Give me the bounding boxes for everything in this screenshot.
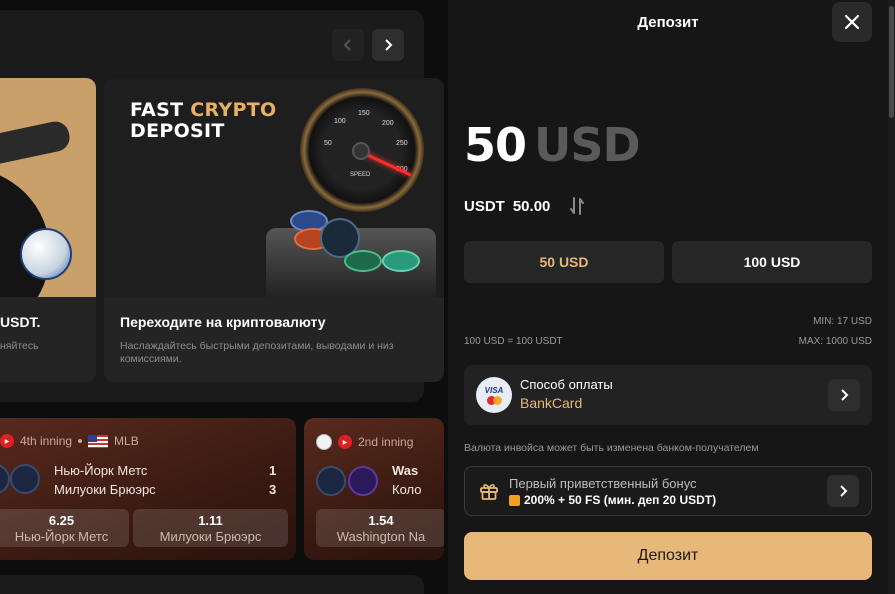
crypto-amount: 50.00 xyxy=(512,197,551,215)
app-root: USDT. няйтесь FAST CRYPTO DEPOSIT 100 15… xyxy=(0,0,895,594)
preset-amount-button[interactable]: 50 USD xyxy=(464,241,664,283)
crypto-equivalent: USDT 50.00 xyxy=(464,196,586,216)
team-name: Was xyxy=(392,463,419,478)
team-logo-icon xyxy=(316,466,346,496)
amount-value: 50 xyxy=(464,118,527,172)
live-icon: ▶ xyxy=(338,435,352,449)
carousel-next-button[interactable] xyxy=(372,29,404,61)
drawer-scrollbar[interactable] xyxy=(888,0,895,594)
exchange-rate: 100 USD = 100 USDT xyxy=(464,336,563,347)
gift-icon xyxy=(480,484,498,500)
deposit-submit-button[interactable]: Депозит xyxy=(464,532,872,580)
odds-button[interactable]: 1.11 Милуоки Брюэрс xyxy=(133,509,288,547)
preset-amount-button[interactable]: 100 USD xyxy=(672,241,872,283)
promo-card-crypto[interactable]: FAST CRYPTO DEPOSIT 100 150 200 250 300 … xyxy=(104,78,444,382)
team-name: Коло xyxy=(392,482,422,497)
match-header: ▶ 2nd inning xyxy=(316,434,413,450)
carousel-prev-button[interactable] xyxy=(332,29,364,61)
team-logo-icon xyxy=(348,466,378,496)
match-header: ▶ 4th inning MLB xyxy=(0,434,139,448)
promo-card-desc: Наслаждайтесь быстрыми депозитами, вывод… xyxy=(120,340,394,365)
promo-card[interactable]: USDT. няйтесь xyxy=(0,78,96,382)
visa-mastercard-icon: VISA xyxy=(476,377,512,413)
chevron-right-icon xyxy=(841,389,849,401)
crypto-currency: USDT xyxy=(464,197,505,215)
bonus-expand-button[interactable] xyxy=(827,475,859,507)
deposit-amount-display[interactable]: 50 USD xyxy=(464,118,641,172)
soccer-ball-icon xyxy=(20,228,72,280)
match-card[interactable]: ▶ 4th inning MLB Нью-Йорк Метс Милуоки Б… xyxy=(0,418,296,560)
currency-notice: Валюта инвойса может быть изменена банко… xyxy=(464,442,759,454)
baseball-icon xyxy=(316,434,332,450)
payment-method-selector[interactable]: VISA Способ оплаты BankCard xyxy=(464,365,872,425)
close-icon xyxy=(844,14,860,30)
payment-method-value: BankCard xyxy=(520,395,583,411)
speedometer-icon: 100 150 200 250 300 50 SPEED xyxy=(300,88,424,212)
odds-button[interactable]: 6.25 Нью-Йорк Метс xyxy=(0,509,129,547)
team-logo-icon xyxy=(10,464,40,494)
match-card[interactable]: ▶ 2nd inning Was Коло 1.54 Washington Na xyxy=(304,418,444,560)
live-icon: ▶ xyxy=(0,434,14,448)
promo-card-image: FAST CRYPTO DEPOSIT 100 150 200 250 300 … xyxy=(104,78,444,297)
close-button[interactable] xyxy=(832,2,872,42)
team-name: Нью-Йорк Метс xyxy=(54,463,148,478)
team-score: 3 xyxy=(269,482,277,497)
scrollbar-thumb[interactable] xyxy=(889,6,894,118)
deposit-drawer: Депозит 50 USD USDT 50.00 50 USD 100 USD … xyxy=(448,0,895,594)
bonus-selector[interactable]: Первый приветственный бонус 200% + 50 FS… xyxy=(464,466,872,516)
coin-icon xyxy=(344,250,382,272)
promo-card-desc: няйтесь xyxy=(0,340,39,352)
bonus-label: Первый приветственный бонус xyxy=(509,476,697,491)
promo-card-title: USDT. xyxy=(0,314,41,330)
payment-method-label: Способ оплаты xyxy=(520,377,613,392)
amount-currency: USD xyxy=(534,118,641,172)
drawer-title: Депозит xyxy=(637,14,699,31)
team-logos xyxy=(0,464,50,500)
background-page: USDT. няйтесь FAST CRYPTO DEPOSIT 100 15… xyxy=(0,0,448,594)
promo-card-title: Переходите на криптовалюту xyxy=(120,314,326,330)
promo-headline: FAST CRYPTO DEPOSIT xyxy=(130,99,277,142)
team-name: Милуоки Брюэрс xyxy=(54,482,156,497)
gift-mini-icon xyxy=(509,494,520,506)
bonus-value: 200% + 50 FS (мин. деп 20 USDT) xyxy=(509,493,716,507)
max-limit: MAX: 1000 USD xyxy=(798,336,872,347)
odds-button[interactable]: 1.54 Washington Na xyxy=(316,509,444,547)
section-panel xyxy=(0,575,424,594)
payment-method-expand-button[interactable] xyxy=(828,379,860,411)
coin-icon xyxy=(382,250,420,272)
team-logo-icon xyxy=(0,464,10,494)
chevron-right-icon xyxy=(840,485,848,497)
chevron-right-icon xyxy=(385,39,393,51)
promo-card-image xyxy=(0,78,96,297)
usa-flag-icon xyxy=(88,434,109,448)
swap-icon[interactable] xyxy=(568,196,586,216)
chevron-left-icon xyxy=(343,39,351,51)
team-score: 1 xyxy=(269,463,277,478)
min-limit: MIN: 17 USD xyxy=(813,316,872,327)
